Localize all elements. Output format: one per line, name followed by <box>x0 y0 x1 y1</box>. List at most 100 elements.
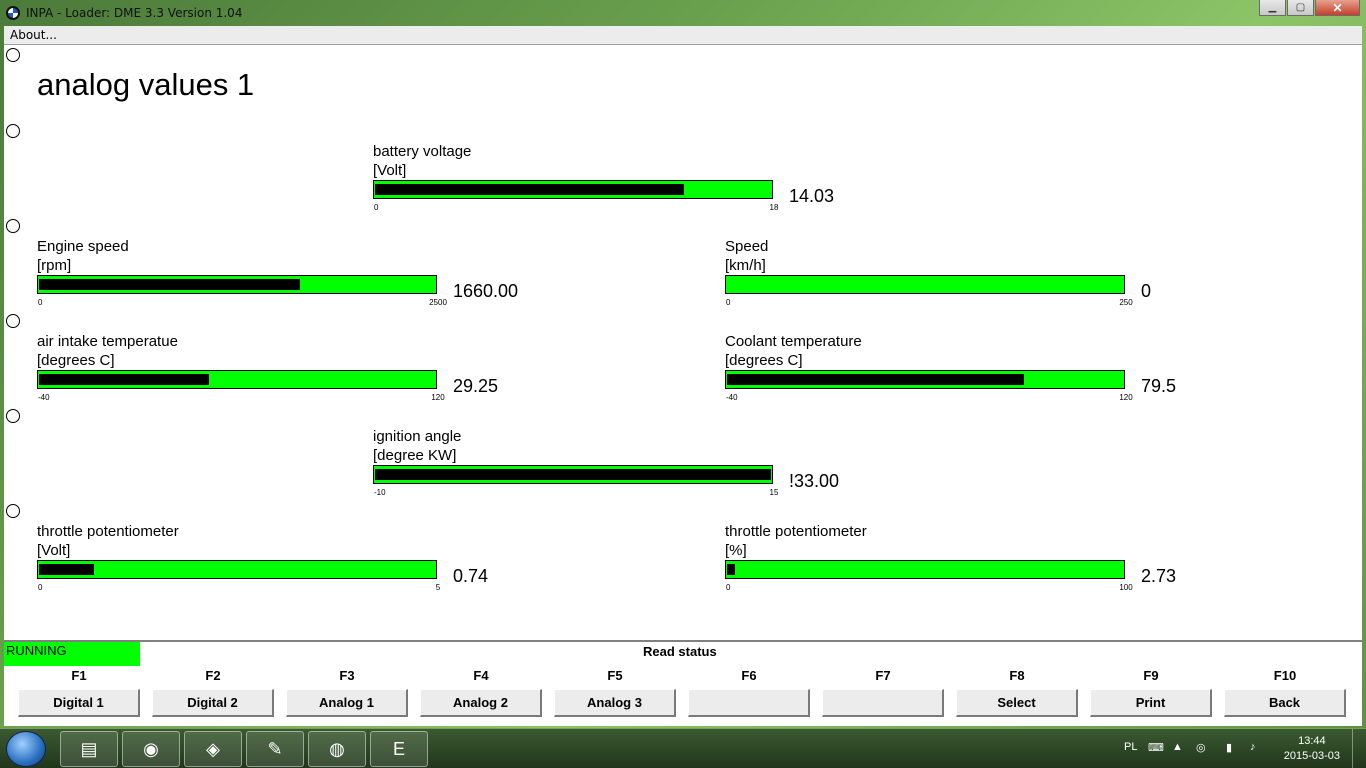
gauge-fill <box>375 469 771 480</box>
fkey-label-f5: F5 <box>607 668 623 683</box>
gauge-max: 18 <box>769 203 779 212</box>
minimize-button[interactable]: ▁ <box>1259 0 1286 16</box>
network-status-icon[interactable]: ◎ <box>1196 741 1206 754</box>
editor-icon[interactable]: E <box>370 731 428 767</box>
f7-button[interactable] <box>822 689 944 717</box>
gauge-bar: 0 18 <box>373 180 778 212</box>
gauge-bar: 0 100 <box>725 560 1133 592</box>
digital-1-button[interactable]: Digital 1 <box>18 689 140 717</box>
status-panel: RUNNING Read status F1 F2 F3 F4 F5 F6 F7… <box>4 640 1362 726</box>
fkey-label-f3: F3 <box>339 668 355 683</box>
read-status-label: Read status <box>643 644 717 659</box>
gauge-throttle-potentiometer-percent: throttle potentiometer [%] 0 100 2.73 <box>725 522 1176 592</box>
fkey-label-f7: F7 <box>875 668 891 683</box>
explorer-icon[interactable]: ▤ <box>60 731 118 767</box>
keyboard-icon[interactable]: ⌨ <box>1148 741 1164 754</box>
gauge-value: 79.5 <box>1141 376 1177 396</box>
window-controls: ▁ ▢ ✕ <box>1259 0 1360 16</box>
paint-icon[interactable]: ✎ <box>246 731 304 767</box>
system-clock[interactable]: 13:44 2015-03-03 <box>1284 734 1340 764</box>
gauge-coolant-temperature: Coolant temperature [degrees C] -40 120 … <box>725 332 1176 402</box>
fkey-label-f6: F6 <box>741 668 757 683</box>
running-indicator: RUNNING <box>4 642 140 666</box>
gauge-value: 2.73 <box>1141 566 1177 586</box>
gauge-bar: 0 5 <box>37 560 440 592</box>
maximize-button[interactable]: ▢ <box>1287 0 1314 16</box>
fkey-label-f1: F1 <box>71 668 87 683</box>
gauge-min: -40 <box>38 393 50 402</box>
gauge-fill <box>39 374 209 385</box>
taskbar: ▤ ◉ ◈ ✎ ◍ E PL ⌨ ▲ ◎ ▮ ♪ 13:44 2015-03-0… <box>0 728 1366 768</box>
digital-2-button[interactable]: Digital 2 <box>152 689 274 717</box>
gauge-value: 0 <box>1141 281 1152 301</box>
firefox-icon[interactable]: ◉ <box>122 731 180 767</box>
gauge-value: 29.25 <box>453 376 499 396</box>
gauge-bar: -40 120 <box>725 370 1133 402</box>
gauge-fill <box>39 279 300 290</box>
gauge-air-intake-temperature: air intake temperatue [degrees C] -40 12… <box>37 332 498 402</box>
gauge-bar: -10 15 <box>373 465 778 497</box>
analog-1-button[interactable]: Analog 1 <box>286 689 408 717</box>
gauge-ignition-angle: ignition angle [degree KW] -10 15 !33.00 <box>373 427 839 497</box>
clock-date: 2015-03-03 <box>1283 750 1340 762</box>
gauge-value: 0.74 <box>453 566 489 586</box>
gauge-unit: [degrees C] <box>37 352 115 369</box>
gauge-fill <box>727 564 735 575</box>
gauge-engine-speed: Engine speed [rpm] 0 2500 1660.00 <box>37 237 518 307</box>
fkey-label-f2: F2 <box>205 668 221 683</box>
print-button[interactable]: Print <box>1090 689 1212 717</box>
gauge-unit: [Volt] <box>37 542 71 559</box>
ediabas-icon[interactable]: ◈ <box>184 731 242 767</box>
clock-time: 13:44 <box>1298 735 1326 747</box>
gauge-label: ignition angle <box>373 428 462 445</box>
gauge-min: 0 <box>726 583 731 592</box>
language-indicator[interactable]: PL <box>1124 741 1137 753</box>
gauge-label: Engine speed <box>37 238 129 255</box>
gauge-bar: 0 2500 <box>37 275 447 307</box>
row-radio-6[interactable] <box>6 504 20 518</box>
analog-2-button[interactable]: Analog 2 <box>420 689 542 717</box>
close-button[interactable]: ✕ <box>1315 0 1360 16</box>
gauge-bar: -40 120 <box>37 370 445 402</box>
gauge-value: !33.00 <box>789 471 840 491</box>
row-radio-2[interactable] <box>6 124 20 138</box>
gauge-battery-voltage: battery voltage [Volt] 0 18 14.03 <box>373 142 834 212</box>
gauge-min: 0 <box>374 203 379 212</box>
gauge-max: 2500 <box>429 298 447 307</box>
gauge-min: -40 <box>726 393 738 402</box>
bmw-app-icon <box>6 6 20 20</box>
gauge-label: Speed <box>725 238 769 255</box>
fkey-label-f10: F10 <box>1273 668 1297 683</box>
row-radio-1[interactable] <box>6 48 20 62</box>
gauge-max: 15 <box>769 488 779 497</box>
gauge-min: 0 <box>726 298 731 307</box>
volume-icon[interactable]: ♪ <box>1250 741 1256 753</box>
gauge-value: 14.03 <box>789 186 835 206</box>
analog-3-button[interactable]: Analog 3 <box>554 689 676 717</box>
gauge-throttle-potentiometer-volt: throttle potentiometer [Volt] 0 5 0.74 <box>37 522 488 592</box>
gauge-unit: [Volt] <box>373 162 407 179</box>
gauge-min: 0 <box>38 583 43 592</box>
back-button[interactable]: Back <box>1224 689 1346 717</box>
bmw-inpa-icon[interactable]: ◍ <box>308 731 366 767</box>
select-button[interactable]: Select <box>956 689 1078 717</box>
row-radio-5[interactable] <box>6 409 20 423</box>
show-desktop-button[interactable] <box>1352 729 1366 768</box>
gauge-fill <box>727 374 1024 385</box>
menu-item-about[interactable]: About... <box>10 28 57 42</box>
fkey-label-f9: F9 <box>1143 668 1159 683</box>
gauge-label: battery voltage <box>373 143 472 160</box>
gauge-unit: [rpm] <box>37 257 72 274</box>
gauge-unit: [degrees C] <box>725 352 803 369</box>
gauge-max: 100 <box>1119 583 1133 592</box>
row-radio-3[interactable] <box>6 219 20 233</box>
window-titlebar: INPA - Loader: DME 3.3 Version 1.04 ▁ ▢ … <box>0 0 1366 26</box>
signal-icon[interactable]: ▮ <box>1226 741 1232 754</box>
gauge-label: throttle potentiometer <box>37 523 179 540</box>
gauge-value: 1660.00 <box>453 281 519 301</box>
gauge-max: 120 <box>1119 393 1133 402</box>
start-button[interactable] <box>6 731 46 767</box>
f6-button[interactable] <box>688 689 810 717</box>
row-radio-4[interactable] <box>6 314 20 328</box>
tray-expand-icon[interactable]: ▲ <box>1172 741 1183 753</box>
